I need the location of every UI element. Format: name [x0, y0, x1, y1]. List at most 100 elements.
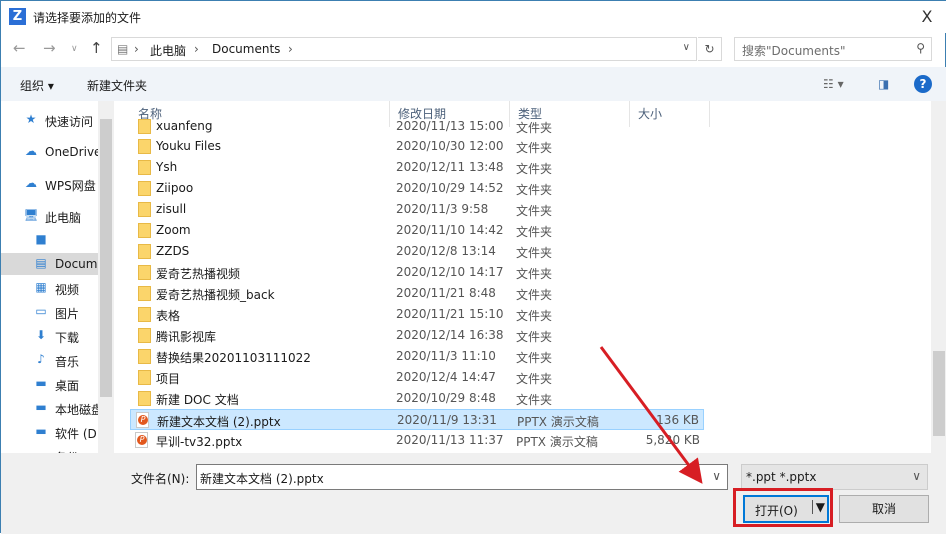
preview-pane-icon[interactable]: ◨ [878, 77, 889, 91]
organize-button[interactable]: 组织 ▾ [20, 77, 54, 94]
file-type: 文件夹 [516, 393, 553, 407]
sidebar-item-icon: ▤ [35, 256, 47, 270]
file-row[interactable]: Ziipoo 2020/10/29 14:52 文件夹 [130, 178, 704, 199]
up-arrow-icon[interactable]: ↑ [90, 39, 103, 57]
chevron-down-icon: ∨ [912, 469, 921, 483]
sidebar-item[interactable]: ⬇ 下载 [1, 325, 98, 347]
file-row[interactable]: Ysh 2020/12/11 13:48 文件夹 [130, 157, 704, 178]
file-row[interactable]: zisull 2020/11/3 9:58 文件夹 [130, 199, 704, 220]
file-date: 2020/10/29 8:48 [396, 391, 496, 405]
sidebar-item[interactable]: ▬ 本地磁盘 [1, 397, 98, 419]
sidebar-item[interactable]: 🖥 此电脑 [1, 205, 98, 227]
folder-icon [138, 307, 151, 322]
sidebar-item[interactable]: ▬备份 [1, 445, 98, 453]
help-button[interactable]: ? [914, 75, 932, 93]
window-title: 请选择要添加的文件 [33, 11, 142, 25]
filename-input[interactable]: 新建文本文档 (2).pptx ∨ [196, 464, 728, 490]
folder-icon [138, 265, 151, 280]
file-name: xuanfeng [156, 119, 213, 133]
breadcrumb-documents[interactable]: Documents [212, 42, 280, 56]
file-date: 2020/11/3 9:58 [396, 202, 489, 216]
back-arrow-icon[interactable]: ← [13, 39, 26, 57]
file-row[interactable]: 爱奇艺热播视频_back 2020/11/21 8:48 文件夹 [130, 283, 704, 304]
sidebar-item-icon: ♪ [37, 352, 45, 366]
folder-icon [138, 181, 151, 196]
file-row[interactable]: 替换结果20201103111022 2020/11/3 11:10 文件夹 [130, 346, 704, 367]
sidebar-item[interactable]: ☁ OneDrive [1, 141, 98, 163]
file-row[interactable]: xuanfeng 2020/11/13 15:00 文件夹 [130, 116, 704, 137]
file-type: 文件夹 [516, 330, 553, 344]
sidebar-item[interactable]: ★ 快速访问 [1, 109, 98, 131]
sidebar-item-label: WPS网盘 [45, 179, 96, 193]
recent-chevron-icon[interactable]: ∨ [71, 44, 78, 54]
folder-icon [138, 370, 151, 385]
sidebar-item[interactable]: ▬ 软件 (D [1, 421, 98, 443]
file-name: Ziipoo [156, 181, 194, 195]
file-name: 替换结果20201103111022 [156, 351, 311, 365]
file-row[interactable]: 爱奇艺热播视频 2020/12/10 14:17 文件夹 [130, 262, 704, 283]
sidebar-item[interactable]: ▤ Documents [1, 253, 98, 275]
file-list: 名称 ^ 修改日期 类型 大小 xuanfeng 2020/11/13 15:0… [114, 101, 931, 453]
file-name: 腾讯影视库 [156, 330, 217, 344]
file-row[interactable]: Youku Files 2020/10/30 12:00 文件夹 [130, 136, 704, 157]
file-date: 2020/11/21 8:48 [396, 286, 496, 300]
sidebar-item[interactable]: ▬ 桌面 [1, 373, 98, 395]
sidebar-item[interactable]: ■ [1, 229, 98, 251]
file-name: Zoom [156, 223, 191, 237]
sidebar-scroll-thumb[interactable] [100, 119, 112, 397]
close-button[interactable]: X [913, 5, 941, 29]
file-row[interactable]: ZZDS 2020/12/8 13:14 文件夹 [130, 241, 704, 262]
file-date: 2020/11/10 14:42 [396, 223, 504, 237]
file-type: PPTX 演示文稿 [516, 435, 598, 449]
file-type: 文件夹 [516, 288, 553, 302]
file-list-scroll-thumb[interactable] [933, 351, 945, 436]
sidebar-item-icon: 🖥 [23, 208, 39, 222]
new-folder-button[interactable]: 新建文件夹 [87, 77, 147, 94]
title-bar [1, 1, 946, 33]
file-type: PPTX 演示文稿 [517, 415, 599, 429]
file-row[interactable]: 腾讯影视库 2020/12/14 16:38 文件夹 [130, 325, 704, 346]
sidebar-item[interactable]: ▭ 图片 [1, 301, 98, 323]
file-type-select[interactable]: *.ppt *.pptx ∨ [741, 464, 928, 490]
forward-arrow-icon[interactable]: → [43, 39, 56, 57]
file-date: 2020/11/13 11:37 [396, 433, 504, 447]
file-type: 文件夹 [516, 372, 553, 386]
file-type: 文件夹 [516, 121, 553, 135]
annotation-highlight-box [733, 488, 833, 527]
folder-icon [138, 244, 151, 259]
file-date: 2020/11/13 15:00 [396, 119, 504, 133]
sort-ascending-icon: ^ [256, 101, 265, 108]
file-date: 2020/12/14 16:38 [396, 328, 504, 342]
folder-icon [138, 349, 151, 364]
sidebar-item-label: 视频 [55, 283, 80, 297]
file-date: 2020/10/30 12:00 [396, 139, 504, 153]
chevron-down-icon[interactable]: ∨ [683, 42, 690, 53]
view-options-icon[interactable]: ☷ ▾ [823, 77, 844, 91]
cancel-button[interactable]: 取消 [839, 495, 929, 523]
file-row[interactable]: Zoom 2020/11/10 14:42 文件夹 [130, 220, 704, 241]
search-input[interactable]: 搜索"Documents" ⚲ [734, 37, 932, 61]
sidebar-item[interactable]: ♪ 音乐 [1, 349, 98, 371]
file-name: 早训-tv32.pptx [156, 435, 243, 449]
file-type: 文件夹 [516, 225, 553, 239]
sidebar-item[interactable]: ☁ WPS网盘 [1, 173, 98, 195]
file-row[interactable]: 表格 2020/11/21 15:10 文件夹 [130, 304, 704, 325]
file-row[interactable]: 新建文本文档 (2).pptx 2020/11/9 13:31 PPTX 演示文… [130, 409, 704, 430]
address-bar[interactable]: ▤ › 此电脑 › Documents › ∨ [111, 37, 697, 61]
file-date: 2020/12/8 13:14 [396, 244, 496, 258]
breadcrumb-this-pc[interactable]: 此电脑 [150, 42, 186, 59]
search-placeholder: 搜索"Documents" [742, 44, 846, 58]
file-type: 文件夹 [516, 162, 553, 176]
file-row[interactable]: 早训-tv32.pptx 2020/11/13 11:37 PPTX 演示文稿 … [130, 430, 704, 451]
file-row[interactable]: 项目 2020/12/4 14:47 文件夹 [130, 367, 704, 388]
app-logo-icon: Z [9, 8, 26, 25]
chevron-down-icon[interactable]: ∨ [712, 469, 721, 483]
file-row[interactable]: 新建 DOC 文档 2020/10/29 8:48 文件夹 [130, 388, 704, 409]
sidebar-item[interactable]: ▦ 视频 [1, 277, 98, 299]
file-name: 爱奇艺热播视频_back [156, 288, 275, 302]
sidebar-item-icon: ▭ [35, 304, 47, 318]
refresh-button[interactable]: ↻ [698, 37, 722, 61]
sidebar-item-label: 软件 (D [55, 427, 97, 441]
toolbar: 组织 ▾ 新建文件夹 ☷ ▾ ◨ [1, 67, 946, 101]
sidebar-item-label: 本地磁盘 [55, 403, 98, 417]
